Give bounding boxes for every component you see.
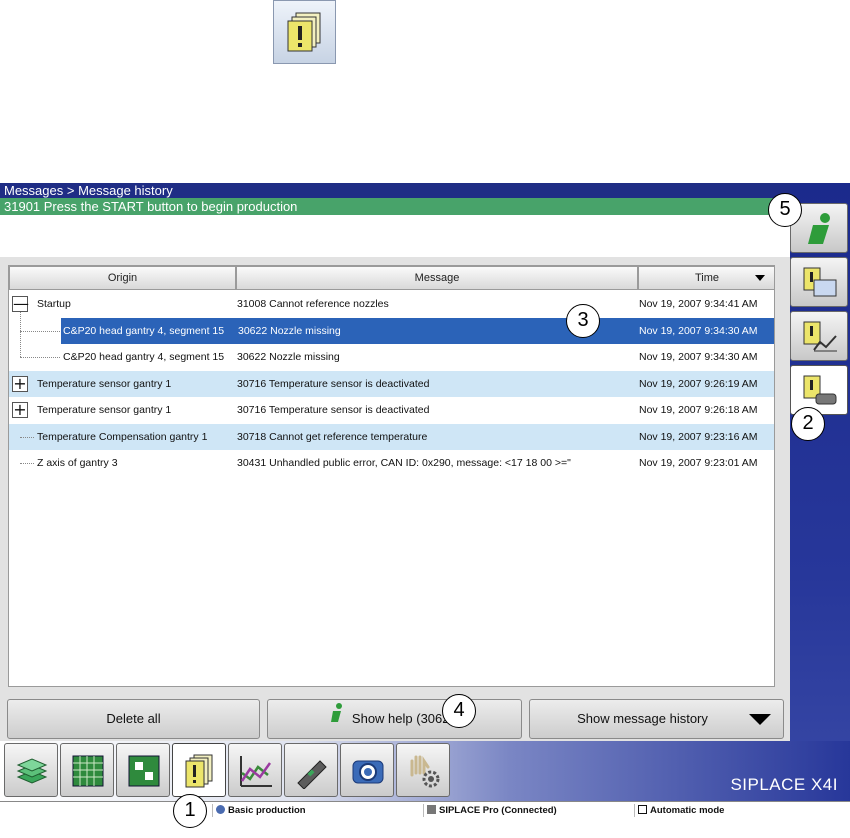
action-button-bar: Delete all Show help (30622) Show messag… [0,697,790,741]
time-cell: Nov 19, 2007 9:34:30 AM [639,351,758,363]
info-area [0,215,790,257]
callout-4: 4 [442,694,476,728]
time-cell: Nov 19, 2007 9:34:30 AM [639,318,774,344]
nav-board-button[interactable] [116,743,170,797]
message-monitor-button[interactable] [790,257,848,307]
tree-line [20,437,34,438]
message-cell: 30716 Temperature sensor is deactivated [237,404,430,416]
stack-icon [16,758,48,784]
nav-messages-button[interactable] [172,743,226,797]
nav-chart-button[interactable] [228,743,282,797]
messages-icon [185,754,213,788]
delete-all-button[interactable]: Delete all [7,699,260,739]
show-history-label: Show message history [577,711,708,726]
nav-manual-button[interactable] [396,743,450,797]
info-icon [808,213,830,244]
message-chart-button[interactable] [790,311,848,361]
callout-5: 5 [768,193,802,227]
column-header-origin[interactable]: Origin [9,266,236,290]
nav-stack-button[interactable] [4,743,58,797]
user-icon [216,805,225,814]
origin-cell: C&P20 head gantry 4, segment 15 [61,318,237,344]
board-icon [128,755,160,787]
nav-grid-button[interactable] [60,743,114,797]
origin-cell: Temperature sensor gantry 1 [37,404,172,416]
brand-label: SIPLACE X4I [730,775,838,794]
main-content: Origin Message Time — Startup 31008 Cann… [0,257,790,697]
current-status-message: 31901 Press the START button to begin pr… [0,198,790,215]
message-chart-icon [803,321,837,352]
mode-status: Basic production [212,804,422,817]
connection-label: SIPLACE Pro (Connected) [439,805,557,816]
grid-icon [72,755,104,787]
collapse-icon[interactable]: — [12,296,29,312]
operation-label: Automatic mode [650,805,725,816]
sort-desc-icon [755,275,765,281]
table-row[interactable]: Temperature Compensation gantry 1 30718 … [9,424,774,450]
delete-all-label: Delete all [106,711,161,726]
origin-cell: Z axis of gantry 3 [37,457,118,469]
message-cell: 30716 Temperature sensor is deactivated [237,378,430,390]
message-cell: 30622 Nozzle missing [237,351,340,363]
camera-icon [352,760,384,784]
tree-line [20,463,34,464]
table-row-selected[interactable]: C&P20 head gantry 4, segment 15 30622 No… [9,318,774,344]
table-header: Origin Message Time [9,266,774,290]
origin-cell: C&P20 head gantry 4, segment 15 [63,351,225,363]
time-cell: Nov 19, 2007 9:23:01 AM [639,457,758,469]
application-window: Messages > Message history 31901 Press t… [0,183,850,838]
message-monitor-icon [803,267,837,297]
tree-line [20,357,60,358]
table-row[interactable]: Z axis of gantry 3 30431 Unhandled publi… [9,450,774,476]
time-cell: Nov 19, 2007 9:26:18 AM [639,404,758,416]
right-side-panel [790,183,850,838]
callout-2: 2 [791,407,825,441]
mode-icon [638,805,647,814]
message-table: Origin Message Time — Startup 31008 Cann… [8,265,775,687]
nav-feeder-button[interactable] [284,743,338,797]
callout-3: 3 [566,304,600,338]
expand-icon[interactable]: + [12,402,28,418]
message-history-icon [803,375,837,405]
show-message-history-dropdown[interactable]: Show message history [529,699,784,739]
table-row[interactable]: + Temperature sensor gantry 1 30716 Temp… [9,397,774,423]
time-cell: Nov 19, 2007 9:34:41 AM [639,298,758,310]
chart-icon [240,756,272,787]
column-header-message[interactable]: Message [236,266,638,290]
origin-cell: Startup [37,298,71,310]
info-icon [328,701,346,739]
nav-camera-button[interactable] [340,743,394,797]
house-icon [427,805,436,814]
bottom-navigation: SIPLACE X4I [0,741,850,801]
breadcrumb: Messages > Message history [0,183,790,198]
operation-status: Automatic mode [634,804,834,817]
table-row[interactable]: + Temperature sensor gantry 1 30716 Temp… [9,371,774,397]
callout-1: 1 [173,794,207,828]
message-history-icon [273,0,336,64]
message-cell: 30718 Cannot get reference temperature [237,431,428,443]
status-footer: Basic production SIPLACE Pro (Connected)… [0,801,850,838]
mode-label: Basic production [228,805,306,816]
connection-status: SIPLACE Pro (Connected) [423,804,633,817]
message-cell: 31008 Cannot reference nozzles [237,298,389,310]
expand-icon[interactable]: + [12,376,28,392]
origin-cell: Temperature sensor gantry 1 [37,378,172,390]
time-cell: Nov 19, 2007 9:26:19 AM [639,378,758,390]
table-row[interactable]: — Startup 31008 Cannot reference nozzles… [9,291,774,357]
feeder-icon [297,760,327,789]
show-help-button[interactable]: Show help (30622) [267,699,522,739]
tree-line [20,331,60,332]
message-history-button[interactable] [790,365,848,415]
origin-cell: Temperature Compensation gantry 1 [37,431,208,443]
hand-gear-icon [410,755,440,788]
time-cell: Nov 19, 2007 9:23:16 AM [639,431,758,443]
message-cell: 30431 Unhandled public error, CAN ID: 0x… [237,457,571,469]
dropdown-arrow-icon [749,714,771,725]
column-header-time[interactable]: Time [638,266,774,290]
table-row[interactable]: C&P20 head gantry 4, segment 15 30622 No… [9,344,774,370]
